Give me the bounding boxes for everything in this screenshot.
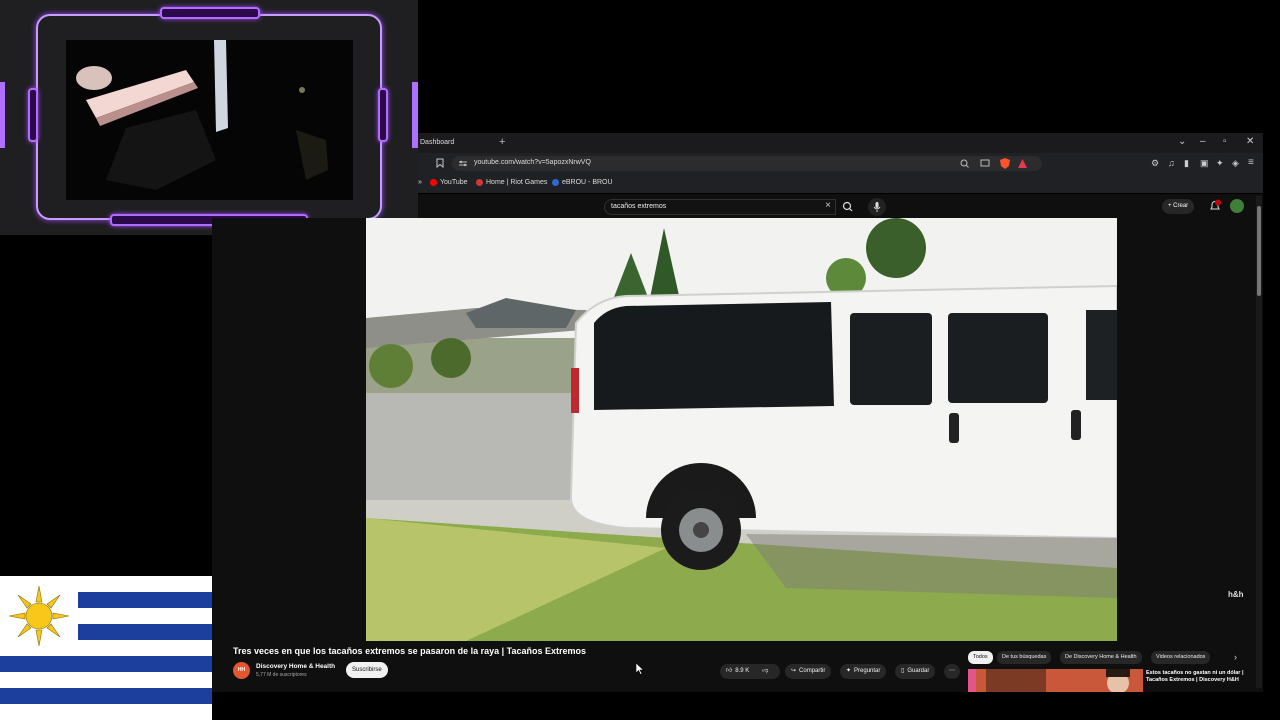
sun-of-may-icon bbox=[8, 585, 70, 647]
notifications-button[interactable] bbox=[1208, 199, 1222, 213]
like-count: 8.9 K bbox=[735, 668, 750, 674]
scrollbar-thumb[interactable] bbox=[1257, 206, 1261, 296]
neon-edge-left bbox=[0, 82, 5, 148]
bookmark-page-icon[interactable] bbox=[436, 158, 444, 168]
minimize-button[interactable]: – bbox=[1200, 136, 1206, 147]
bookmarks-bar: » YouTube Home | Riot Games eBROU - BROU bbox=[418, 175, 1263, 191]
more-actions-button[interactable]: ⋯ bbox=[944, 664, 960, 679]
brave-shield-icon[interactable] bbox=[1000, 158, 1010, 169]
subscriber-count: 5,77 M de suscriptores bbox=[256, 672, 307, 678]
close-window-button[interactable]: ✕ bbox=[1246, 136, 1254, 147]
frame-side-right bbox=[378, 88, 388, 142]
uruguay-flag bbox=[0, 576, 212, 720]
subscribe-button[interactable]: Suscribirse bbox=[346, 662, 388, 678]
channel-avatar[interactable]: HH bbox=[233, 662, 250, 679]
mouse-cursor-icon bbox=[636, 663, 644, 675]
share-icon: ↪ bbox=[791, 668, 797, 674]
save-button[interactable]: ▯ Guardar bbox=[895, 664, 936, 679]
url-field[interactable]: youtube.com/watch?v=5apozxNrwVQ bbox=[452, 156, 1042, 171]
search-query-text: tacaños extremos bbox=[611, 203, 667, 210]
video-title: Tres veces en que los tacaños extremos s… bbox=[233, 646, 587, 656]
bookmark-riot-games[interactable]: Home | Riot Games bbox=[476, 179, 547, 186]
riot-games-icon bbox=[476, 179, 483, 186]
share-button[interactable]: ↪ Compartir bbox=[785, 664, 832, 679]
music-icon[interactable]: ♫ bbox=[1168, 158, 1175, 168]
recommended-thumbnail-image bbox=[968, 669, 1143, 692]
browser-window: Dashboard + ⌄ – ▫ ✕ youtube.com/watch?v=… bbox=[418, 133, 1263, 193]
webcam-scene bbox=[66, 40, 353, 200]
youtube-masthead: tacaños extremos × + Crear bbox=[418, 194, 1263, 218]
leo-ai-icon[interactable]: ✦ bbox=[1216, 158, 1224, 169]
wallet-icon[interactable]: ▣ bbox=[1200, 158, 1209, 169]
vpn-icon[interactable]: ◈ bbox=[1232, 158, 1239, 169]
flag-stripe bbox=[0, 656, 212, 672]
menu-icon[interactable]: ≡ bbox=[1248, 157, 1254, 168]
tab-strip: Dashboard + ⌄ – ▫ ✕ bbox=[418, 133, 1263, 153]
search-icon bbox=[842, 201, 853, 212]
search-input[interactable]: tacaños extremos × bbox=[604, 199, 836, 215]
chevron-right-icon[interactable]: › bbox=[1234, 652, 1237, 662]
maximize-button[interactable]: ▫ bbox=[1223, 136, 1227, 147]
thumbs-up-icon: 👍︎ bbox=[726, 668, 733, 674]
more-horizontal-icon: ⋯ bbox=[949, 668, 955, 674]
tab-list-icon[interactable]: ⌄ bbox=[1178, 136, 1186, 147]
flag-canton bbox=[0, 576, 78, 656]
bell-icon bbox=[1210, 199, 1221, 210]
account-avatar[interactable] bbox=[1230, 199, 1244, 213]
ebrou-icon bbox=[552, 179, 559, 186]
cast-icon[interactable] bbox=[980, 159, 990, 168]
page-scrollbar[interactable] bbox=[1256, 196, 1262, 688]
webcam-overlay bbox=[0, 0, 418, 235]
recommended-video-thumbnail[interactable] bbox=[968, 669, 1143, 692]
voice-search-button[interactable] bbox=[868, 198, 886, 216]
clear-search-icon[interactable]: × bbox=[825, 200, 831, 211]
url-text: youtube.com/watch?v=5apozxNrwVQ bbox=[474, 159, 591, 166]
youtube-icon bbox=[430, 179, 437, 186]
like-button[interactable]: 👍︎ 8.9 K 👎︎ bbox=[720, 664, 780, 679]
bookmark-icon: ▯ bbox=[901, 668, 905, 674]
ask-button[interactable]: ✦ Preguntar bbox=[840, 664, 887, 679]
chip-from-channel[interactable]: De Discovery Home & Health bbox=[1060, 651, 1142, 664]
new-tab-button[interactable]: + bbox=[499, 136, 505, 148]
channel-name[interactable]: Discovery Home & Health bbox=[256, 663, 335, 670]
tab-dashboard[interactable]: Dashboard bbox=[418, 133, 493, 153]
recommendation-chips: Todos De tus búsquedas De Discovery Home… bbox=[968, 651, 1250, 664]
channel-watermark: h&h bbox=[1228, 590, 1244, 599]
microphone-icon bbox=[873, 202, 881, 212]
chip-from-searches[interactable]: De tus búsquedas bbox=[997, 651, 1052, 664]
frame-top-tab bbox=[160, 7, 260, 19]
bookmark-ebrou[interactable]: eBROU - BROU bbox=[552, 179, 613, 186]
brave-rewards-icon[interactable] bbox=[1018, 159, 1027, 168]
chip-all[interactable]: Todos bbox=[968, 651, 993, 664]
frame-side-left bbox=[28, 88, 38, 142]
thumbs-down-icon[interactable]: 👎︎ bbox=[762, 664, 768, 679]
site-info-icon[interactable] bbox=[459, 160, 467, 167]
sparkle-icon: ✦ bbox=[846, 668, 852, 674]
sidebar-icon[interactable]: ▮ bbox=[1184, 158, 1189, 169]
webcam-video bbox=[66, 40, 353, 200]
search-button[interactable] bbox=[838, 199, 858, 215]
address-bar-row: youtube.com/watch?v=5apozxNrwVQ ⚙ ♫ ▮ ▣ … bbox=[418, 154, 1263, 174]
zoom-icon[interactable] bbox=[960, 159, 969, 168]
extensions-icon[interactable]: ⚙ bbox=[1151, 158, 1159, 169]
bookmarks-folder-icon[interactable]: » bbox=[418, 179, 422, 186]
video-frame-van bbox=[366, 218, 1117, 641]
bookmark-youtube[interactable]: YouTube bbox=[430, 179, 468, 186]
chip-related[interactable]: Videos relacionados bbox=[1151, 651, 1211, 664]
recommended-video-title[interactable]: Estos tacaños no gastan ni un dólar | Ta… bbox=[1146, 670, 1254, 684]
create-button[interactable]: + Crear bbox=[1162, 199, 1195, 214]
flag-stripe bbox=[0, 688, 212, 704]
video-player[interactable] bbox=[366, 218, 1117, 641]
